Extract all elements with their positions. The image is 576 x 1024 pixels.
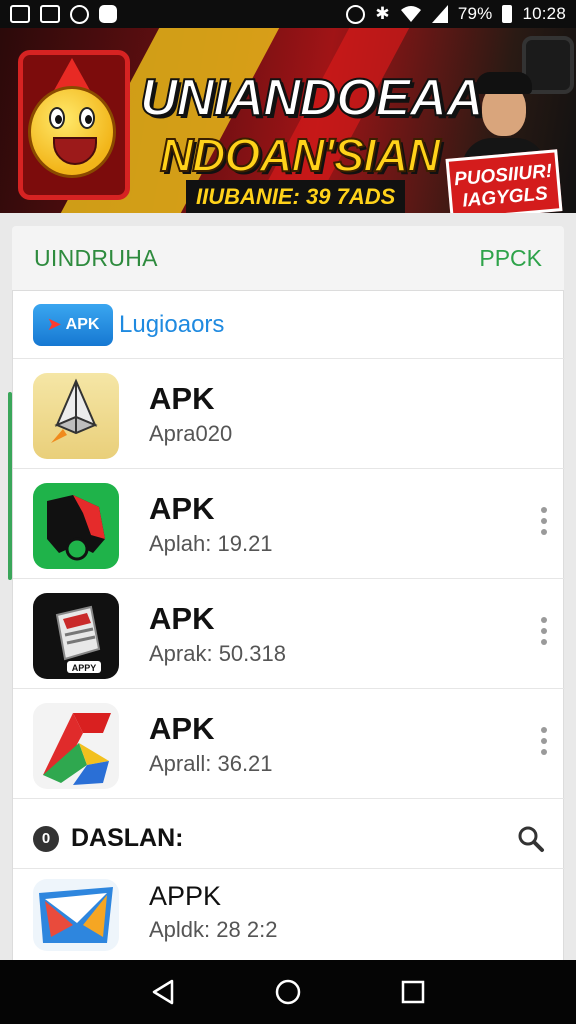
more-menu-icon[interactable] [541,727,547,755]
app-subtitle: Apra020 [149,421,233,446]
card-header-right[interactable]: PPCK [479,245,542,272]
brand-logo-text: APK [65,315,100,333]
alarm-icon [346,4,366,24]
list-item[interactable]: APK Apra020 [13,359,565,469]
app-subtitle: Aprak: 50.318 [149,641,286,666]
navigation-bar [0,960,576,1024]
home-circle-icon [275,979,301,1005]
app-subtitle: Aplah: 19.21 [149,531,273,556]
battery-percent: 79% [457,4,493,23]
apk-box-icon: APPY [33,593,119,679]
brand-logo: ➤ APK [33,303,113,346]
blue-envelope-icon [33,879,119,951]
sync-icon [70,4,89,24]
card-header: UINDRUHA PPCK [12,226,564,292]
app-title: APK [149,381,215,416]
section-title: DASLAN: [71,824,184,852]
brand-name: Lugioaors [119,310,225,338]
promo-banner[interactable]: UNIANDOEAAN NDOAN'SIAN IIUBANIE: 39 7ADS… [0,28,576,213]
banner-badge: PUOSIIUR! IAGYGLS [445,149,563,213]
notification-icon [10,5,30,23]
app-subtitle: Aprall: 36.21 [149,751,273,776]
bluetooth-icon: ✱ [375,4,390,23]
list-item[interactable]: APK Aprall: 36.21 [13,689,565,799]
mascot-eye [49,107,65,129]
svg-text:APPY: APPY [72,663,97,673]
app-list-sheet: ➤ APK Lugioaors APK Apra020 APK Aplah: 1… [12,290,565,963]
signal-icon [431,5,448,23]
banner-subtitle: NDOAN'SIAN [159,128,441,182]
app-title: APK [149,711,215,746]
section-badge: 0 [33,825,59,852]
battery-icon [502,5,513,23]
list-item[interactable]: APPY APK Aprak: 50.318 [13,579,565,689]
paper-plane-icon [33,373,119,459]
mascot-icon [28,86,116,178]
colorful-shape-icon [33,703,119,789]
green-map-icon [33,483,119,569]
plane-icon: ➤ [46,314,62,334]
more-menu-icon[interactable] [541,507,547,535]
brand-row: ➤ APK Lugioaors [13,291,565,359]
search-icon[interactable] [517,825,545,853]
mascot-mouth [53,137,97,165]
back-button[interactable] [143,972,183,1012]
back-triangle-icon [152,979,173,1005]
clock: 10:28 [522,4,566,23]
recents-button[interactable] [393,972,433,1012]
image-icon [40,5,60,23]
chat-icon [99,5,117,23]
more-menu-icon[interactable] [541,617,547,645]
home-button[interactable] [268,972,308,1012]
banner-tagline: IIUBANIE: 39 7ADS [186,180,406,213]
card-header-left[interactable]: UINDRUHA [34,245,158,272]
list-item[interactable]: APK Aplah: 19.21 [13,469,565,579]
app-title: APPK [149,881,222,911]
banner-title: UNIANDOEAAN [139,68,521,128]
wifi-icon [400,6,421,22]
status-bar: ✱ 79% 10:28 [0,0,576,28]
app-title: APK [149,601,215,636]
mascot-eye [79,107,95,129]
recents-square-icon [402,980,425,1004]
status-left-icons [10,4,117,24]
list-item[interactable]: APPK Apldk: 28 2:2 [13,869,565,963]
app-title: APK [149,491,215,526]
status-right-icons: ✱ 79% 10:28 [346,4,566,24]
section-header: 0 DASLAN: [13,809,565,869]
app-subtitle: Apldk: 28 2:2 [149,917,278,942]
